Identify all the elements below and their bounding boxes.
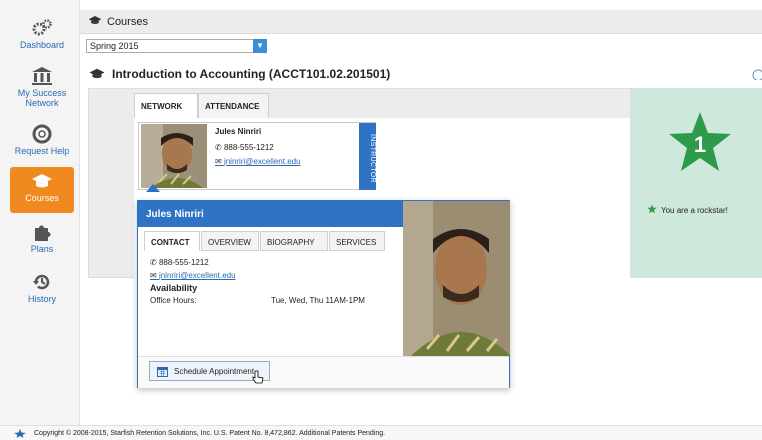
graduation-cap-icon: [88, 68, 106, 83]
instructor-phone: ✆ 888-555-1212: [215, 143, 274, 152]
graduation-cap-icon: [10, 171, 74, 191]
star-badge-icon: 1: [669, 112, 731, 171]
sidebar-item-my-success-network[interactable]: My Success Network: [10, 66, 74, 112]
instructor-email-link[interactable]: ✉ jninriri@excellent.edu: [215, 157, 301, 166]
sidebar-item-request-help[interactable]: Request Help: [10, 124, 74, 170]
page-title: Courses: [107, 16, 148, 28]
tab-attendance[interactable]: ATTENDANCE: [198, 93, 269, 118]
sidebar-item-label: History: [27, 294, 56, 304]
schedule-appointment-label: Schedule Appointment: [174, 367, 255, 376]
instructor-role-label: INSTRUCTOR: [359, 123, 376, 190]
office-hours-value: Tue, Wed, Thu 11AM-1PM: [271, 296, 365, 305]
achievement-text: You are a rockstar!: [661, 206, 728, 215]
hand-cursor-icon: [252, 370, 264, 384]
popup-phone: ✆ 888-555-1212: [150, 258, 209, 267]
instructor-photo-large: [403, 201, 510, 356]
tab-network[interactable]: NETWORK: [134, 93, 198, 118]
instructor-card[interactable]: Jules Ninriri ✆ 888-555-1212 ✉ jninriri@…: [138, 122, 376, 190]
bank-icon: [10, 66, 74, 86]
course-title: Introduction to Accounting (ACCT101.02.2…: [112, 67, 391, 81]
achievement-number: 1: [694, 132, 706, 157]
instructor-name: Jules Ninriri: [215, 127, 262, 136]
term-select-value: Spring 2015: [90, 41, 139, 51]
starfish-logo-icon: [14, 429, 26, 438]
availability-heading: Availability: [150, 283, 198, 293]
instructor-photo: [141, 124, 207, 188]
popup-pointer: [146, 184, 160, 192]
sidebar-item-dashboard[interactable]: Dashboard: [10, 18, 74, 64]
page-header: Courses: [80, 10, 762, 34]
envelope-icon: ✉: [150, 271, 157, 280]
envelope-icon: ✉: [215, 157, 222, 166]
sidebar-item-label: Dashboard: [19, 40, 65, 50]
sidebar-item-plans[interactable]: Plans: [10, 222, 74, 268]
sidebar-item-courses[interactable]: Courses: [10, 167, 74, 213]
gears-icon: [10, 18, 74, 38]
phone-icon: ✆: [150, 258, 157, 267]
chevron-down-icon[interactable]: ▼: [253, 39, 267, 53]
office-hours-label: Office Hours:: [150, 296, 197, 305]
app: Dashboard My Success Network Request Hel…: [0, 0, 762, 440]
tab-overview[interactable]: OVERVIEW: [201, 231, 259, 251]
tab-services[interactable]: SERVICES: [329, 231, 385, 251]
term-select[interactable]: Spring 2015 ▼: [86, 39, 267, 53]
phone-icon: ✆: [215, 143, 222, 152]
star-icon: [647, 204, 657, 214]
achievement-panel: 1 You are a rockstar!: [631, 88, 762, 278]
popup-title: Jules Ninriri: [138, 201, 403, 227]
lifebuoy-icon: [10, 124, 74, 144]
calendar-icon: [157, 367, 168, 377]
sidebar-item-label: My Success Network: [17, 88, 67, 108]
tab-contact[interactable]: CONTACT: [144, 231, 200, 251]
page-footer: Copyright © 2008-2015, Starfish Retentio…: [0, 425, 762, 440]
puzzle-icon: [10, 222, 74, 242]
tab-biography[interactable]: BIOGRAPHY: [260, 231, 328, 251]
copyright-text: Copyright © 2008-2015, Starfish Retentio…: [34, 430, 386, 437]
popup-email-link[interactable]: ✉ jninriri@excellent.edu: [150, 271, 236, 280]
sidebar-item-label: Courses: [25, 193, 59, 203]
instructor-profile-popup: Jules Ninriri CONTACT OVERVIEW BIOGRAPHY…: [137, 200, 510, 388]
history-icon: [10, 272, 74, 292]
sidebar-item-label: Request Help: [14, 146, 70, 156]
globe-icon[interactable]: ◯: [752, 68, 762, 80]
graduation-cap-icon: [88, 15, 102, 29]
sidebar: Dashboard My Success Network Request Hel…: [0, 0, 80, 425]
sidebar-item-history[interactable]: History: [10, 272, 74, 318]
sidebar-item-label: Plans: [30, 244, 54, 254]
